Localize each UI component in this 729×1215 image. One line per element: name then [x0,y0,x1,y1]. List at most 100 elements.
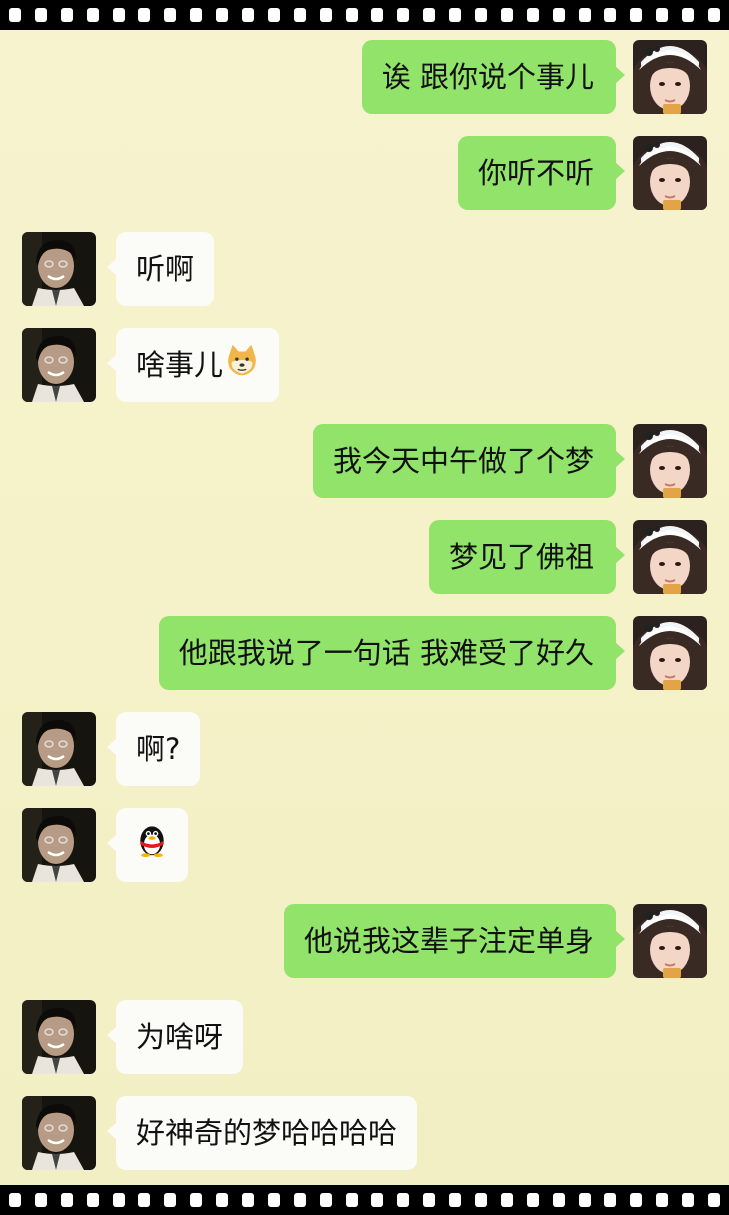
message-text: 听啊 [136,252,195,286]
message-bubble-sent[interactable]: 你听不听 [457,136,626,210]
film-hole [267,1193,280,1207]
film-hole [60,8,73,22]
film-hole [345,8,358,22]
my-avatar[interactable] [633,520,707,594]
film-hole [371,8,384,22]
film-hole [216,1193,229,1207]
film-hole [190,1193,203,1207]
film-strip-bottom [0,1185,729,1215]
film-hole [164,1193,177,1207]
message-row-sent: 你听不听 [0,136,729,210]
film-hole [423,8,436,22]
film-hole [371,1193,384,1207]
film-hole [397,1193,410,1207]
film-hole [630,8,643,22]
message-row-received: 啥事儿 [0,328,729,402]
message-row-received: 为啥呀 [0,1000,729,1074]
penguin-icon [134,810,170,884]
message-row-received: 啊? [0,712,729,786]
film-hole [8,8,21,22]
film-hole [474,1193,487,1207]
contact-avatar[interactable] [22,1096,96,1170]
contact-avatar[interactable] [22,328,96,402]
message-bubble-received[interactable]: 好神奇的梦哈哈哈哈 [106,1096,418,1170]
film-hole [526,1193,539,1207]
contact-avatar[interactable] [22,808,96,882]
my-avatar[interactable] [633,616,707,690]
film-hole [474,8,487,22]
film-hole [604,8,617,22]
message-row-sent: 他跟我说了一句话 我难受了好久 [0,616,729,690]
film-hole [500,8,513,22]
film-hole [707,1193,720,1207]
film-hole [216,8,229,22]
film-hole [449,8,462,22]
film-hole [578,8,591,22]
message-row-sent: 我今天中午做了个梦 [0,424,729,498]
film-hole [112,1193,125,1207]
message-row-sent: 诶 跟你说个事儿 [0,40,729,114]
film-hole [86,1193,99,1207]
message-row-received [0,808,729,882]
film-hole [293,1193,306,1207]
message-row-received: 好神奇的梦哈哈哈哈 [0,1096,729,1170]
message-text: 好神奇的梦哈哈哈哈 [136,1116,398,1150]
film-hole [319,8,332,22]
film-strip-top [0,0,729,30]
message-row-sent: 他说我这辈子注定单身 [0,904,729,978]
film-hole [707,8,720,22]
film-hole [656,8,669,22]
message-bubble-sent[interactable]: 诶 跟你说个事儿 [361,40,626,114]
message-bubble-received[interactable]: 啥事儿 [106,328,280,404]
message-bubble-sent[interactable]: 他跟我说了一句话 我难受了好久 [158,616,626,690]
my-avatar[interactable] [633,40,707,114]
film-hole [345,1193,358,1207]
film-hole [60,1193,73,1207]
chat-area[interactable]: 诶 跟你说个事儿 你听不听 听啊 啥事儿 我今天中午做了个梦 梦见了佛祖 他跟我… [0,30,729,1185]
film-hole [423,1193,436,1207]
film-hole [86,8,99,22]
film-hole [630,1193,643,1207]
film-hole [241,8,254,22]
film-hole [190,8,203,22]
film-hole [578,1193,591,1207]
film-hole [34,8,47,22]
contact-avatar[interactable] [22,1000,96,1074]
film-hole [526,8,539,22]
film-hole [164,8,177,22]
film-hole [138,8,151,22]
film-hole [552,8,565,22]
message-bubble-received[interactable]: 啊? [106,712,201,786]
message-bubble-sent[interactable]: 梦见了佛祖 [428,520,626,594]
film-hole [8,1193,21,1207]
message-bubble-received[interactable] [107,808,188,884]
message-text: 为啥呀 [136,1020,224,1054]
film-hole [138,1193,151,1207]
message-row-received: 听啊 [0,232,729,306]
film-hole [34,1193,47,1207]
message-bubble-sent[interactable]: 我今天中午做了个梦 [312,424,626,498]
message-text: 他跟我说了一句话 我难受了好久 [178,636,594,670]
film-hole [552,1193,565,1207]
message-text: 梦见了佛祖 [448,540,594,574]
message-bubble-received[interactable]: 为啥呀 [106,1000,244,1074]
message-text: 你听不听 [477,156,594,190]
message-text: 啥事儿 [136,348,224,382]
film-hole [500,1193,513,1207]
message-bubble-received[interactable]: 听啊 [106,232,215,306]
film-hole [397,8,410,22]
film-hole [112,8,125,22]
message-text: 诶 跟你说个事儿 [381,60,594,94]
film-hole [682,8,695,22]
message-text: 他说我这辈子注定单身 [303,924,594,958]
contact-avatar[interactable] [22,712,96,786]
message-bubble-sent[interactable]: 他说我这辈子注定单身 [283,904,626,978]
film-hole [319,1193,332,1207]
message-text: 我今天中午做了个梦 [332,444,594,478]
my-avatar[interactable] [633,904,707,978]
my-avatar[interactable] [633,424,707,498]
doge-face-icon [225,330,259,404]
my-avatar[interactable] [633,136,707,210]
message-text: 啊? [136,732,181,766]
contact-avatar[interactable] [22,232,96,306]
